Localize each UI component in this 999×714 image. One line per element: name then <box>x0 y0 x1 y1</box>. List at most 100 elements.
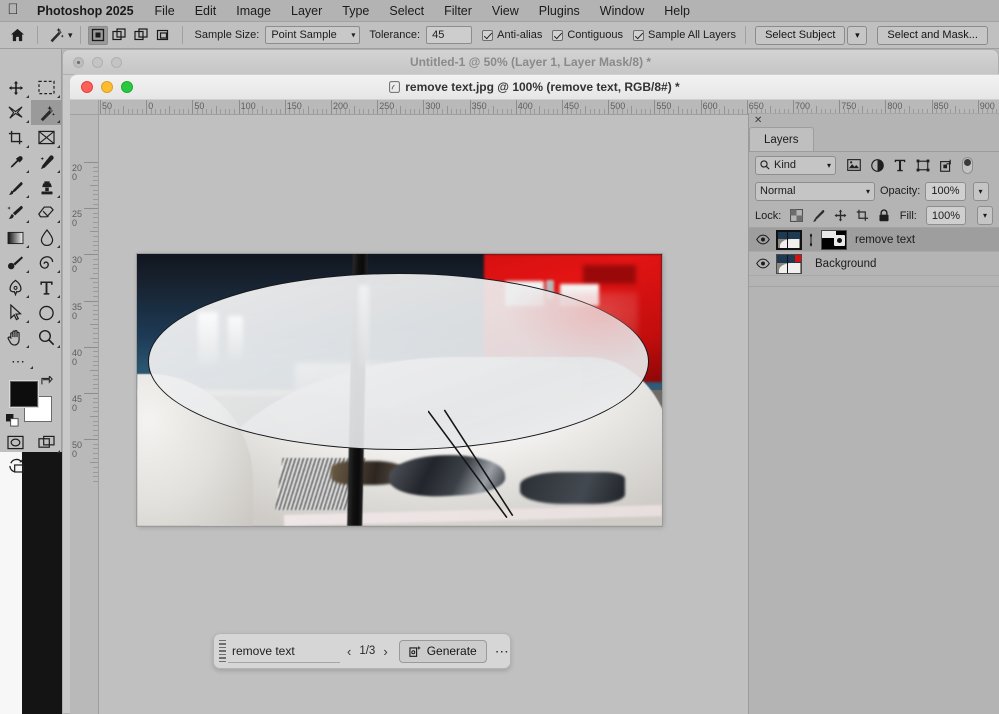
lock-artboard-icon[interactable] <box>856 209 869 222</box>
sample-all-layers-option[interactable]: Sample All Layers <box>633 29 736 41</box>
default-colors-icon[interactable] <box>6 414 19 427</box>
generative-fill-bar[interactable]: remove text ‹ 1/3 › Generate ⋯ <box>213 633 511 669</box>
close-button[interactable] <box>81 81 93 93</box>
history-brush-tool[interactable] <box>0 200 31 225</box>
generative-fill-selection-ellipse[interactable] <box>147 273 649 450</box>
link-icon[interactable] <box>807 232 816 247</box>
home-icon[interactable] <box>0 28 34 42</box>
menu-item-edit[interactable]: Edit <box>185 4 227 18</box>
hand-tool[interactable] <box>0 325 31 350</box>
frame-tool[interactable] <box>31 125 62 150</box>
close-x-icon[interactable]: ✕ <box>754 115 762 126</box>
layer-kind-filter[interactable]: Kind ▾ <box>755 155 836 175</box>
menu-item-layer[interactable]: Layer <box>281 4 332 18</box>
select-subject-dropdown[interactable]: ▾ <box>847 25 868 45</box>
new-selection-button[interactable] <box>87 25 108 45</box>
untitled-minimize-button[interactable] <box>92 56 103 68</box>
layer-mask-thumbnail[interactable] <box>821 229 847 250</box>
clone-stamp-tool[interactable] <box>31 175 62 200</box>
gradient-tool[interactable] <box>0 225 31 250</box>
edit-toolbar-button[interactable]: ⋯ <box>0 350 62 372</box>
menu-item-filter[interactable]: Filter <box>434 4 482 18</box>
dodge-tool[interactable] <box>0 250 31 275</box>
document-traffic-lights[interactable] <box>70 81 133 93</box>
pen-loop-tool[interactable] <box>31 250 62 275</box>
crop-tool[interactable] <box>0 125 31 150</box>
document-titlebar[interactable]: remove text.jpg @ 100% (remove text, RGB… <box>70 75 999 100</box>
fill-input[interactable]: 100% <box>925 206 966 225</box>
menu-item-view[interactable]: View <box>482 4 529 18</box>
layer-thumbnail[interactable] <box>776 253 802 274</box>
menu-item-help[interactable]: Help <box>654 4 700 18</box>
layer-row-background[interactable]: Background <box>749 252 999 276</box>
pen-tool[interactable] <box>0 275 31 300</box>
anti-alias-checkbox[interactable] <box>482 29 494 41</box>
menu-item-plugins[interactable]: Plugins <box>529 4 590 18</box>
chevron-down-icon[interactable]: ▾ <box>68 30 73 41</box>
path-selection-tool[interactable] <box>0 300 31 325</box>
add-to-selection-button[interactable] <box>110 26 130 45</box>
untitled-zoom-button[interactable] <box>111 56 122 68</box>
adjustment-layer-filter-icon[interactable] <box>871 158 884 172</box>
type-layer-filter-icon[interactable] <box>894 159 906 172</box>
screen-mode-button[interactable] <box>31 430 62 455</box>
filter-toggle[interactable] <box>962 156 973 174</box>
intersect-with-selection-button[interactable] <box>154 26 174 45</box>
subtract-from-selection-button[interactable] <box>132 26 152 45</box>
lock-all-icon[interactable] <box>878 209 890 222</box>
eyedropper-tool[interactable] <box>0 150 31 175</box>
sample-all-layers-checkbox[interactable] <box>633 29 645 41</box>
zoom-button[interactable] <box>121 81 133 93</box>
chevron-left-icon[interactable]: ‹ <box>346 644 352 659</box>
eye-icon[interactable] <box>755 258 771 269</box>
menu-item-window[interactable]: Window <box>590 4 654 18</box>
ellipse-tool[interactable] <box>31 300 62 325</box>
anti-alias-option[interactable]: Anti-alias <box>482 29 542 41</box>
layers-list-empty-area[interactable] <box>749 286 999 714</box>
rectangular-marquee-tool[interactable] <box>31 75 62 100</box>
generative-more-options-icon[interactable]: ⋯ <box>495 643 510 660</box>
eye-icon[interactable] <box>755 234 771 245</box>
opacity-stepper[interactable]: ▾ <box>972 181 989 201</box>
lock-image-pixels-icon[interactable] <box>812 209 825 222</box>
tab-layers[interactable]: Layers <box>749 127 814 151</box>
layer-thumbnail[interactable] <box>776 229 802 250</box>
swap-colors-icon[interactable] <box>41 376 54 389</box>
move-tool[interactable] <box>0 75 31 100</box>
shape-layer-filter-icon[interactable] <box>916 159 930 172</box>
lock-position-icon[interactable] <box>834 209 847 222</box>
generate-button[interactable]: Generate <box>398 639 487 663</box>
fill-stepper[interactable]: ▾ <box>977 206 993 225</box>
lock-transparent-pixels-icon[interactable] <box>790 209 804 222</box>
untitled-close-button[interactable] <box>73 56 84 68</box>
tolerance-input[interactable]: 45 <box>426 26 473 44</box>
brush-tool[interactable] <box>0 175 31 200</box>
foreground-color-swatch[interactable] <box>10 381 38 407</box>
menu-app-name[interactable]: Photoshop 2025 <box>26 4 145 18</box>
object-selection-tool[interactable] <box>31 100 62 125</box>
share-image-button[interactable] <box>0 455 62 477</box>
menu-item-type[interactable]: Type <box>332 4 379 18</box>
ruler-origin-box[interactable] <box>70 100 99 115</box>
minimize-button[interactable] <box>101 81 113 93</box>
select-subject-button[interactable]: Select Subject <box>755 25 846 45</box>
image-artboard[interactable] <box>137 254 662 526</box>
opacity-input[interactable]: 100% <box>925 181 966 201</box>
sample-size-select[interactable]: Point Sample ▾ <box>265 26 361 44</box>
menu-item-file[interactable]: File <box>145 4 185 18</box>
layer-name[interactable]: remove text <box>855 234 915 246</box>
select-and-mask-button[interactable]: Select and Mask... <box>877 25 988 45</box>
blur-tool[interactable] <box>31 225 62 250</box>
layer-name[interactable]: Background <box>815 258 876 270</box>
active-tool-preset[interactable]: ▾ <box>41 26 77 44</box>
apple-logo-icon[interactable]:  <box>0 2 26 19</box>
drag-grip-icon[interactable] <box>214 639 228 663</box>
quick-mask-mode-button[interactable] <box>0 430 31 455</box>
eraser-tool[interactable] <box>31 200 62 225</box>
spot-healing-brush-tool[interactable] <box>31 150 62 175</box>
type-tool[interactable] <box>31 275 62 300</box>
blend-mode-select[interactable]: Normal ▾ <box>755 181 875 201</box>
pixel-layer-filter-icon[interactable] <box>847 159 861 171</box>
smart-object-filter-icon[interactable] <box>940 159 953 172</box>
contiguous-checkbox[interactable] <box>552 29 564 41</box>
